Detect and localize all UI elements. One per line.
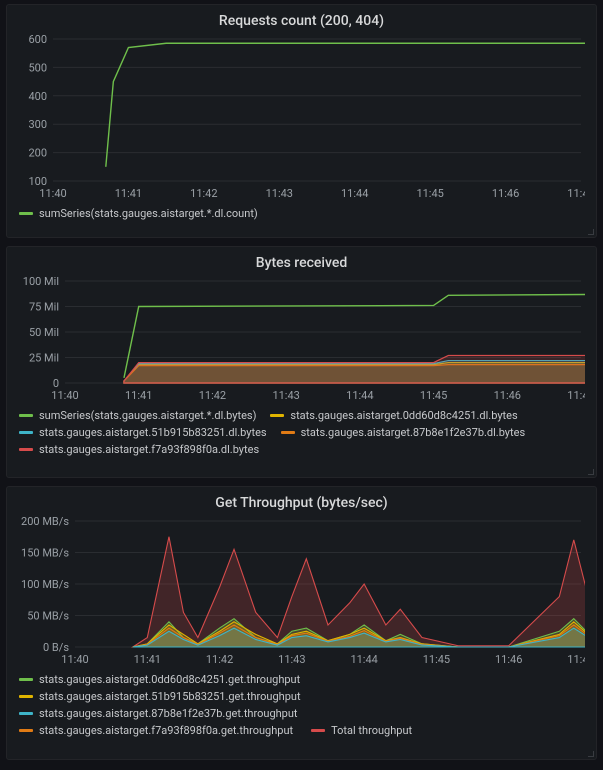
svg-text:11:44: 11:44 — [346, 389, 373, 402]
legend-swatch-icon — [19, 695, 33, 698]
legend-bytes[interactable]: sumSeries(stats.gauges.aistarget.*.dl.by… — [15, 405, 588, 456]
legend-item[interactable]: stats.gauges.aistarget.f7a93f898f0a.get.… — [19, 724, 293, 737]
svg-text:300: 300 — [28, 118, 47, 131]
svg-text:50 MB/s: 50 MB/s — [27, 610, 69, 623]
legend-label: stats.gauges.aistarget.0dd60d8c4251.get.… — [39, 673, 300, 686]
svg-text:11:47: 11:47 — [567, 187, 585, 200]
panel-title: Bytes received — [15, 255, 588, 271]
legend-throughput[interactable]: stats.gauges.aistarget.0dd60d8c4251.get.… — [15, 669, 588, 737]
legend-label: stats.gauges.aistarget.f7a93f898f0a.get.… — [39, 724, 293, 737]
svg-text:50 Mil: 50 Mil — [29, 326, 59, 339]
svg-text:11:41: 11:41 — [134, 653, 161, 666]
resize-handle-icon[interactable] — [586, 227, 594, 235]
svg-text:100 MB/s: 100 MB/s — [21, 578, 69, 591]
svg-text:500: 500 — [28, 61, 47, 74]
svg-text:11:46: 11:46 — [492, 187, 519, 200]
legend-label: stats.gauges.aistarget.87b8e1f2e37b.dl.b… — [301, 426, 526, 439]
svg-text:600: 600 — [28, 35, 47, 46]
svg-text:11:41: 11:41 — [125, 389, 152, 402]
legend-label: stats.gauges.aistarget.51b915b83251.get.… — [39, 690, 301, 703]
svg-text:200: 200 — [28, 147, 47, 160]
svg-text:400: 400 — [28, 90, 47, 103]
legend-swatch-icon — [19, 414, 33, 417]
legend-swatch-icon — [281, 431, 295, 434]
svg-text:11:45: 11:45 — [416, 187, 443, 200]
svg-text:11:42: 11:42 — [190, 187, 217, 200]
svg-text:11:46: 11:46 — [495, 653, 522, 666]
legend-swatch-icon — [19, 431, 33, 434]
legend-label: sumSeries(stats.gauges.aistarget.*.dl.by… — [39, 409, 256, 422]
legend-label: stats.gauges.aistarget.0dd60d8c4251.dl.b… — [290, 409, 517, 422]
legend-item[interactable]: sumSeries(stats.gauges.aistarget.*.dl.co… — [19, 207, 258, 220]
legend-label: sumSeries(stats.gauges.aistarget.*.dl.co… — [39, 207, 258, 220]
svg-text:11:46: 11:46 — [494, 389, 521, 402]
svg-text:11:40: 11:40 — [61, 653, 88, 666]
legend-swatch-icon — [19, 729, 33, 732]
svg-text:11:45: 11:45 — [423, 653, 450, 666]
panel-title: Requests count (200, 404) — [15, 13, 588, 29]
panel-bytes[interactable]: Bytes received 025 Mil50 Mil75 Mil100 Mi… — [6, 246, 597, 478]
legend-swatch-icon — [19, 212, 33, 215]
chart-throughput: 0 B/s50 MB/s100 MB/s150 MB/s200 MB/s11:4… — [15, 517, 588, 669]
legend-label: stats.gauges.aistarget.51b915b83251.dl.b… — [39, 426, 267, 439]
panel-requests[interactable]: Requests count (200, 404) 10020030040050… — [6, 4, 597, 238]
legend-requests[interactable]: sumSeries(stats.gauges.aistarget.*.dl.co… — [15, 203, 588, 220]
legend-swatch-icon — [270, 414, 284, 417]
legend-item[interactable]: stats.gauges.aistarget.0dd60d8c4251.dl.b… — [270, 409, 517, 422]
legend-swatch-icon — [19, 712, 33, 715]
svg-text:11:43: 11:43 — [272, 389, 299, 402]
svg-text:11:40: 11:40 — [51, 389, 78, 402]
legend-item[interactable]: stats.gauges.aistarget.87b8e1f2e37b.get.… — [19, 707, 298, 720]
legend-item[interactable]: stats.gauges.aistarget.51b915b83251.get.… — [19, 690, 301, 703]
legend-item[interactable]: stats.gauges.aistarget.0dd60d8c4251.get.… — [19, 673, 300, 686]
resize-handle-icon[interactable] — [586, 749, 594, 757]
chart-bytes: 025 Mil50 Mil75 Mil100 Mil11:4011:4111:4… — [15, 277, 588, 405]
svg-text:11:45: 11:45 — [420, 389, 447, 402]
svg-text:11:40: 11:40 — [39, 187, 66, 200]
legend-swatch-icon — [19, 448, 33, 451]
legend-item[interactable]: sumSeries(stats.gauges.aistarget.*.dl.by… — [19, 409, 256, 422]
svg-text:11:42: 11:42 — [199, 389, 226, 402]
legend-item[interactable]: Total throughput — [311, 724, 412, 737]
svg-text:11:44: 11:44 — [350, 653, 377, 666]
legend-label: Total throughput — [331, 724, 412, 737]
legend-swatch-icon — [19, 678, 33, 681]
legend-swatch-icon — [311, 729, 325, 732]
svg-text:11:41: 11:41 — [115, 187, 142, 200]
svg-text:11:47: 11:47 — [567, 653, 585, 666]
svg-text:11:44: 11:44 — [341, 187, 368, 200]
svg-text:11:43: 11:43 — [278, 653, 305, 666]
legend-item[interactable]: stats.gauges.aistarget.51b915b83251.dl.b… — [19, 426, 267, 439]
svg-text:150 MB/s: 150 MB/s — [21, 547, 69, 560]
resize-handle-icon[interactable] — [586, 467, 594, 475]
svg-text:75 Mil: 75 Mil — [29, 301, 59, 314]
svg-text:11:42: 11:42 — [206, 653, 233, 666]
svg-text:200 MB/s: 200 MB/s — [21, 517, 69, 528]
svg-text:100 Mil: 100 Mil — [23, 277, 59, 288]
svg-text:11:47: 11:47 — [567, 389, 585, 402]
dashboard: Requests count (200, 404) 10020030040050… — [0, 0, 603, 770]
chart-requests: 10020030040050060011:4011:4111:4211:4311… — [15, 35, 588, 203]
svg-text:11:43: 11:43 — [266, 187, 293, 200]
panel-throughput[interactable]: Get Throughput (bytes/sec) 0 B/s50 MB/s1… — [6, 486, 597, 760]
legend-item[interactable]: stats.gauges.aistarget.f7a93f898f0a.dl.b… — [19, 443, 259, 456]
legend-label: stats.gauges.aistarget.f7a93f898f0a.dl.b… — [39, 443, 259, 456]
svg-text:25 Mil: 25 Mil — [29, 352, 59, 365]
legend-item[interactable]: stats.gauges.aistarget.87b8e1f2e37b.dl.b… — [281, 426, 526, 439]
panel-title: Get Throughput (bytes/sec) — [15, 495, 588, 511]
legend-label: stats.gauges.aistarget.87b8e1f2e37b.get.… — [39, 707, 298, 720]
